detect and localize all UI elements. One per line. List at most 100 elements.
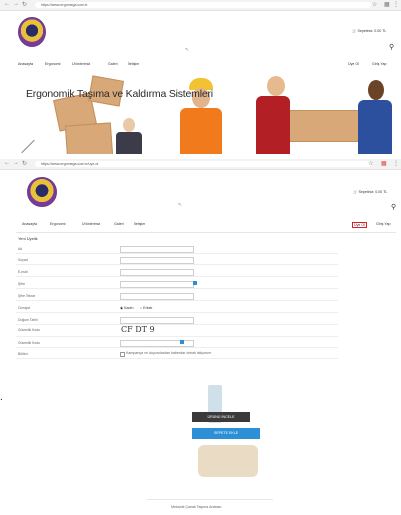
email-field[interactable]	[120, 269, 194, 276]
worker-shirt	[358, 100, 392, 154]
login-link[interactable]: Giriş Yap	[376, 222, 390, 226]
forward-icon[interactable]: →	[13, 1, 19, 7]
gender-option-male[interactable]: ○ Erkek	[140, 306, 152, 310]
label-security-code: Güvenlik Kodu	[18, 328, 41, 332]
gender-option-female[interactable]: ◉ Kadın	[120, 306, 134, 310]
back-icon[interactable]: ←	[4, 1, 10, 7]
top-main-menu: Anasayfa Ergonomi Ürünlerimiz Galeri İle…	[0, 62, 401, 68]
label-first-name: Ad	[18, 247, 23, 251]
menu-icon[interactable]: ⋮	[393, 1, 399, 8]
menu-item-ergonomics[interactable]: Ergonomi	[45, 62, 60, 66]
product-caption[interactable]: Mekanik Çanak Taşıma Arabası	[171, 505, 221, 509]
site-logo[interactable]	[18, 17, 46, 47]
newsletter-checkbox[interactable]	[120, 352, 125, 357]
radio-icon[interactable]: ◉	[120, 306, 123, 310]
menu-item-gallery[interactable]: Galeri	[108, 62, 118, 66]
birth-date-field[interactable]	[120, 317, 194, 324]
search-icon[interactable]: ⚲	[389, 43, 394, 51]
url-field[interactable]: https://www.ergomega.com.tr/uye-ol	[35, 161, 371, 167]
label-password-repeat: Şifre Tekrar	[18, 294, 36, 298]
browser-address-bar-bottom: ← → ↻ https://www.ergomega.com.tr/uye-ol…	[0, 159, 401, 170]
reload-icon[interactable]: ↻	[22, 1, 27, 8]
row-divider	[16, 253, 338, 254]
label-password: Şifre	[18, 282, 25, 286]
row-divider	[16, 276, 338, 277]
cursor-icon: ↖	[219, 439, 224, 445]
row-divider	[16, 264, 338, 265]
carton-box	[64, 122, 114, 154]
login-link[interactable]: Giriş Yap	[372, 62, 386, 66]
url-field[interactable]: https://www.ergomega.com.tr	[35, 2, 371, 8]
forward-icon[interactable]: →	[13, 160, 19, 166]
carton-box	[284, 110, 362, 142]
row-divider	[16, 300, 338, 301]
cart-text: Sepetiniz: 0.00 TL	[357, 29, 387, 33]
cart-icon: 🛒	[352, 29, 357, 33]
menu-item-contact[interactable]: İletişim	[134, 222, 145, 226]
extensions-icon[interactable]: ▦	[381, 160, 387, 167]
cursor-icon: ↖	[185, 47, 190, 53]
signup-link[interactable]: Üye Ol	[348, 62, 359, 66]
star-icon[interactable]: ☆	[372, 1, 377, 8]
label-newsletter: Bülten	[18, 352, 28, 356]
search-icon[interactable]: ⚲	[391, 203, 396, 211]
worker-body	[116, 132, 142, 154]
worker-head	[267, 76, 285, 96]
label-security-code-input: Güvenlik Kodu	[18, 341, 41, 345]
newsletter-text: Kampanya ve duyurulardan haberdar olmak …	[126, 351, 212, 355]
refresh-code-icon[interactable]	[180, 340, 184, 344]
label-last-name: Soyad	[18, 258, 28, 262]
product-card: ÜRÜNÜ İNCELE SEPETE EKLE ↖	[188, 385, 266, 485]
list-bullet: .	[0, 392, 3, 403]
hero-title: Ergonomik Taşıma ve Kaldırma Sistemleri	[26, 88, 213, 100]
label-email: E-mail	[18, 270, 28, 274]
worker-vest	[180, 108, 222, 154]
password-repeat-field[interactable]	[120, 293, 194, 300]
menu-item-ergonomics[interactable]: Ergonomi	[50, 222, 65, 226]
password-field[interactable]	[120, 281, 194, 288]
row-divider	[16, 336, 338, 337]
row-divider	[16, 312, 338, 313]
menu-divider	[16, 232, 396, 233]
menu-item-products[interactable]: Ürünlerimiz	[82, 222, 100, 226]
caption-divider	[147, 499, 273, 500]
label-gender: Cinsiyet	[18, 306, 31, 310]
worker-head	[368, 80, 384, 100]
menu-icon[interactable]: ⋮	[393, 160, 399, 167]
product-base	[198, 445, 258, 477]
last-name-field[interactable]	[120, 257, 194, 264]
site-logo[interactable]	[27, 177, 57, 207]
cart-summary[interactable]: 🛒 Sepetiniz: 0.00 TL	[353, 190, 387, 194]
star-icon[interactable]: ☆	[368, 160, 373, 167]
cart-summary[interactable]: 🛒 Sepetiniz: 0.00 TL	[352, 29, 386, 33]
worker-shirt	[256, 96, 290, 154]
form-title: Yeni Üyelik	[18, 236, 38, 241]
signup-link[interactable]: Üye Ol	[352, 222, 367, 228]
cart-text: Sepetiniz: 0.00 TL	[358, 190, 388, 194]
worker-head	[123, 118, 135, 132]
reload-icon[interactable]: ↻	[22, 160, 27, 167]
inspect-product-button[interactable]: ÜRÜNÜ İNCELE	[192, 412, 250, 422]
bottom-main-menu: Anasayfa Ergonomi Ürünlerimiz Galeri İle…	[0, 222, 401, 230]
row-divider	[16, 324, 338, 325]
first-name-field[interactable]	[120, 246, 194, 253]
hero-banner: Ergonomik Taşıma ve Kaldırma Sistemleri	[16, 72, 394, 154]
cart-icon: 🛒	[353, 190, 358, 194]
captcha-image: CF DT 9	[121, 325, 155, 334]
menu-item-products[interactable]: Ürünlerimiz	[72, 62, 90, 66]
menu-item-home[interactable]: Anasayfa	[22, 222, 37, 226]
menu-item-contact[interactable]: İletişim	[128, 62, 139, 66]
browser-address-bar-top: ← → ↻ https://www.ergomega.com.tr ☆ ▦ ⋮	[0, 0, 401, 11]
add-to-cart-button[interactable]: SEPETE EKLE	[192, 428, 260, 439]
menu-item-gallery[interactable]: Galeri	[114, 222, 124, 226]
menu-item-home[interactable]: Anasayfa	[18, 62, 33, 66]
radio-icon[interactable]: ○	[140, 306, 142, 310]
cursor-icon: ↖	[178, 202, 183, 208]
label-birth-date: Doğum Tarihi	[18, 318, 38, 322]
back-icon[interactable]: ←	[4, 160, 10, 166]
password-key-icon[interactable]	[193, 281, 197, 285]
extensions-icon[interactable]: ▦	[384, 1, 390, 8]
row-divider	[16, 358, 338, 359]
row-divider	[16, 347, 338, 348]
row-divider	[16, 288, 338, 289]
